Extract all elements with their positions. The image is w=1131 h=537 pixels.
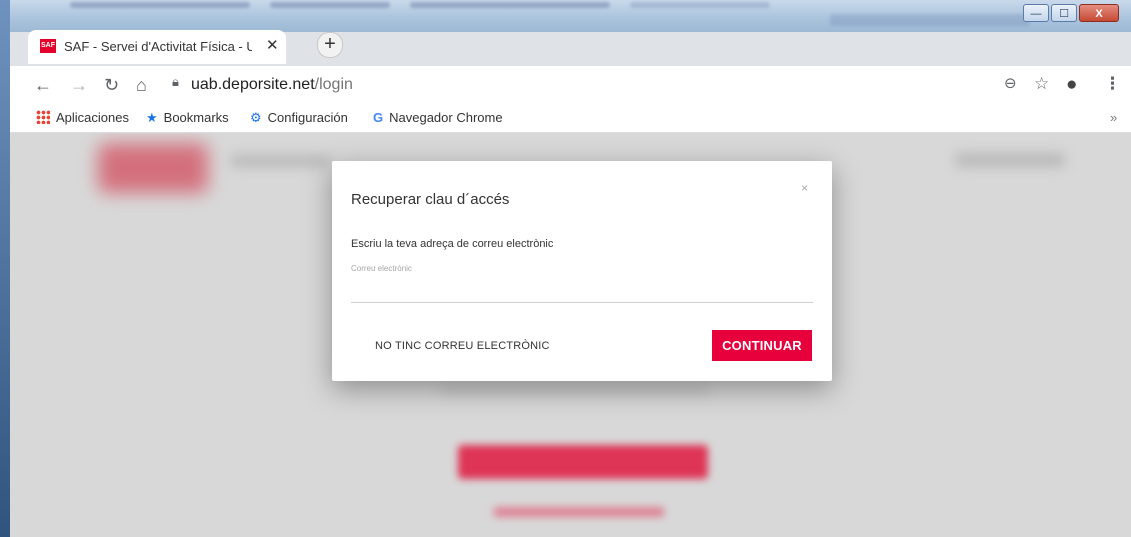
- blurred-logo: [98, 143, 208, 193]
- blurred-link: [494, 507, 664, 517]
- saf-favicon-icon: SAF: [40, 39, 56, 53]
- more-bookmarks-icon[interactable]: »: [1110, 110, 1117, 125]
- desktop-edge: [0, 0, 10, 537]
- reload-icon[interactable]: ↻: [104, 75, 119, 96]
- zoom-icon[interactable]: ⊖: [1004, 74, 1017, 92]
- tab-title: SAF - Servei d'Activitat Física - U: [64, 39, 252, 54]
- maximize-button[interactable]: ☐: [1051, 4, 1077, 22]
- email-prompt: Escriu la teva adreça de correu electròn…: [351, 238, 554, 250]
- page-content: Recuperar clau d´accés × Escriu la teva …: [10, 133, 1131, 537]
- gear-icon: ⚙: [250, 110, 262, 125]
- new-tab-button[interactable]: +: [317, 32, 343, 58]
- no-email-button[interactable]: NO TINC CORREU ELECTRÒNIC: [375, 340, 550, 352]
- close-window-button[interactable]: X: [1079, 4, 1119, 22]
- blurred-login-button: [458, 445, 708, 479]
- forward-arrow-icon[interactable]: →: [70, 75, 88, 96]
- email-field[interactable]: [351, 261, 813, 303]
- minimize-button[interactable]: —: [1023, 4, 1049, 22]
- close-icon[interactable]: ×: [801, 181, 808, 195]
- email-field-wrapper: [351, 261, 813, 305]
- back-arrow-icon[interactable]: ←: [34, 75, 52, 96]
- bookmark-aplicaciones[interactable]: Aplicaciones: [36, 110, 129, 125]
- continue-button[interactable]: CONTINUAR: [712, 330, 812, 361]
- browser-tab[interactable]: SAF SAF - Servei d'Activitat Física - U …: [28, 30, 343, 64]
- bookmark-configuracion[interactable]: ⚙ Configuración: [250, 110, 348, 126]
- browser-window: — ☐ X SAF SAF - Servei d'Activitat Físic…: [10, 0, 1131, 537]
- bookmark-bookmarks[interactable]: ★ Bookmarks: [146, 110, 229, 126]
- bookmark-navegador-chrome[interactable]: G Navegador Chrome: [373, 110, 503, 125]
- recover-password-dialog: Recuperar clau d´accés × Escriu la teva …: [332, 161, 832, 381]
- star-icon: ★: [146, 110, 158, 125]
- apps-grid-icon: [36, 110, 50, 124]
- title-bar: — ☐ X: [10, 0, 1131, 32]
- browser-toolbar: ← → ↻ ⌂ 🔒︎ uab.deporsite.net/login ⊖ ☆ ●…: [10, 66, 1131, 104]
- profile-icon[interactable]: ●: [1066, 74, 1077, 96]
- dialog-title: Recuperar clau d´accés: [351, 191, 510, 208]
- tab-close-icon[interactable]: ✕: [266, 36, 279, 54]
- home-icon[interactable]: ⌂: [136, 75, 147, 96]
- google-g-icon: G: [373, 110, 384, 125]
- address-bar[interactable]: 🔒︎ uab.deporsite.net/login: [168, 72, 1008, 98]
- bookmarks-bar: Aplicaciones ★ Bookmarks ⚙ Configuración G…: [10, 104, 1131, 133]
- bookmark-star-icon[interactable]: ☆: [1034, 74, 1049, 94]
- menu-dots-icon[interactable]: ⋮: [1104, 74, 1121, 94]
- url-text[interactable]: uab.deporsite.net/login: [191, 72, 353, 98]
- lock-icon: 🔒︎: [172, 74, 179, 89]
